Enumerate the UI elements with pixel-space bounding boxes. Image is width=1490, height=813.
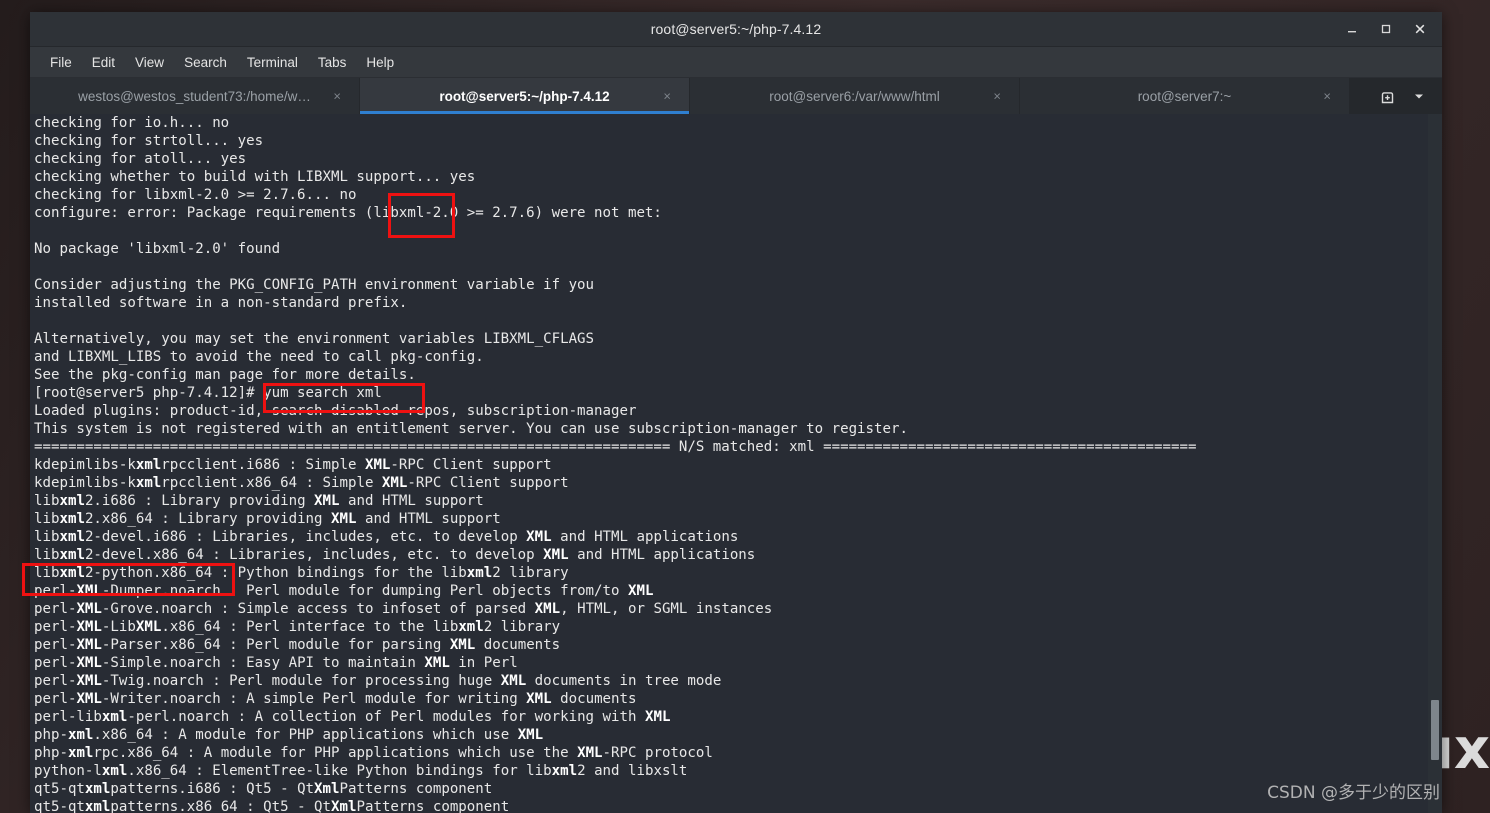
tab-westos-student73[interactable]: westos@westos_student73:/home/w… × (30, 78, 360, 114)
tab-server5-php[interactable]: root@server5:~/php-7.4.12 × (360, 78, 690, 114)
terminal-line: See the pkg-config man page for more det… (34, 367, 416, 383)
close-button[interactable] (1404, 15, 1436, 43)
tab-label: root@server6:/var/www/html (769, 88, 940, 104)
tab-bar: westos@westos_student73:/home/w… × root@… (30, 78, 1442, 114)
terminal-line: perl-XML-Simple.noarch : Easy API to mai… (34, 655, 518, 671)
menu-item-terminal[interactable]: Terminal (237, 51, 308, 74)
terminal-line: kdepimlibs-kxmlrpcclient.i686 : Simple X… (34, 457, 552, 473)
tab-close-icon[interactable]: × (1323, 90, 1331, 103)
scrollbar-thumb[interactable] (1431, 700, 1439, 760)
tab-close-icon[interactable]: × (993, 90, 1001, 103)
menu-item-edit[interactable]: Edit (82, 51, 125, 74)
terminal-line: php-xml.x86_64 : A module for PHP applic… (34, 727, 544, 743)
terminal-output-area[interactable]: checking for io.h... no checking for strt… (30, 114, 1442, 813)
terminal-line: checking for io.h... no (34, 115, 230, 131)
new-tab-icon (1381, 91, 1393, 103)
terminal-line: perl-XML-Grove.noarch : Simple access to… (34, 601, 773, 617)
terminal-text: checking for io.h... no checking for strt… (34, 114, 1422, 813)
terminal-line: perl-XML-Writer.noarch : A simple Perl m… (34, 691, 637, 707)
tab-label: root@server5:~/php-7.4.12 (439, 88, 610, 104)
chevron-down-icon (1415, 94, 1423, 99)
terminal-line: Consider adjusting the PKG_CONFIG_PATH e… (34, 277, 595, 293)
terminal-line: Alternatively, you may set the environme… (34, 331, 595, 347)
tab-label: root@server7:~ (1137, 88, 1232, 104)
terminal-line: checking for libxml-2.0 >= 2.7.6... no (34, 187, 357, 203)
tab-server6-html[interactable]: root@server6:/var/www/html × (690, 78, 1020, 114)
terminal-line: qt5-qtxmlpatterns.i686 : Qt5 - QtXmlPatt… (34, 781, 493, 797)
new-tab-button[interactable] (1372, 81, 1402, 111)
tab-bar-actions (1372, 78, 1442, 114)
window-titlebar[interactable]: root@server5:~/php-7.4.12 (30, 12, 1442, 47)
menu-item-tabs[interactable]: Tabs (308, 51, 357, 74)
terminal-line: installed software in a non-standard pre… (34, 295, 408, 311)
terminal-line: ========================================… (34, 439, 1197, 455)
terminal-line: perl-XML-Twig.noarch : Perl module for p… (34, 673, 722, 689)
terminal-line: checking for strtoll... yes (34, 133, 264, 149)
terminal-line: checking whether to build with LIBXML su… (34, 169, 476, 185)
menu-item-file[interactable]: File (40, 51, 82, 74)
tab-close-icon[interactable]: × (333, 90, 341, 103)
terminal-line: libxml2-devel.x86_64 : Libraries, includ… (34, 547, 756, 563)
close-icon (1415, 24, 1425, 34)
terminal-line: libxml2.i686 : Library providing XML and… (34, 493, 484, 509)
window-title: root@server5:~/php-7.4.12 (650, 21, 822, 37)
window-controls (1336, 12, 1436, 46)
tab-list-button[interactable] (1404, 81, 1434, 111)
terminal-line: Loaded plugins: product-id, search-disab… (34, 403, 637, 419)
tab-server7-home[interactable]: root@server7:~ × (1020, 78, 1350, 114)
terminal-line: perl-libxml-perl.noarch : A collection o… (34, 709, 671, 725)
maximize-icon (1381, 24, 1391, 34)
terminal-line: php-xmlrpc.x86_64 : A module for PHP app… (34, 745, 713, 761)
tab-close-icon[interactable]: × (663, 90, 671, 103)
terminal-line: and LIBXML_LIBS to avoid the need to cal… (34, 349, 484, 365)
terminal-line: [root@server5 php-7.4.12]# yum search xm… (34, 385, 382, 401)
terminal-line: perl-XML-Dumper.noarch : Perl module for… (34, 583, 654, 599)
menu-item-help[interactable]: Help (356, 51, 404, 74)
menu-bar: File Edit View Search Terminal Tabs Help (30, 47, 1442, 78)
tab-label: westos@westos_student73:/home/w… (78, 88, 311, 104)
terminal-line: qt5-qtxmlpatterns.x86_64 : Qt5 - QtXmlPa… (34, 799, 510, 813)
terminal-window: root@server5:~/php-7.4.12 File Edit View… (30, 12, 1442, 813)
terminal-scrollbar[interactable] (1428, 114, 1442, 813)
terminal-line: libxml2-python.x86_64 : Python bindings … (34, 565, 569, 581)
terminal-line: libxml2.x86_64 : Library providing XML a… (34, 511, 501, 527)
terminal-line: kdepimlibs-kxmlrpcclient.x86_64 : Simple… (34, 475, 569, 491)
minimize-icon (1348, 31, 1356, 33)
minimize-button[interactable] (1336, 15, 1368, 43)
terminal-line: This system is not registered with an en… (34, 421, 908, 437)
terminal-line: No package 'libxml-2.0' found (34, 241, 281, 257)
watermark: CSDN @多于少的区别 (1267, 783, 1440, 803)
terminal-line: perl-XML-Parser.x86_64 : Perl module for… (34, 637, 561, 653)
menu-item-view[interactable]: View (125, 51, 174, 74)
terminal-line: perl-XML-LibXML.x86_64 : Perl interface … (34, 619, 561, 635)
menu-item-search[interactable]: Search (174, 51, 237, 74)
maximize-button[interactable] (1370, 15, 1402, 43)
terminal-line: configure: error: Package requirements (… (34, 205, 662, 221)
terminal-line: python-lxml.x86_64 : ElementTree-like Py… (34, 763, 688, 779)
terminal-line: libxml2-devel.i686 : Libraries, includes… (34, 529, 739, 545)
terminal-line: checking for atoll... yes (34, 151, 247, 167)
